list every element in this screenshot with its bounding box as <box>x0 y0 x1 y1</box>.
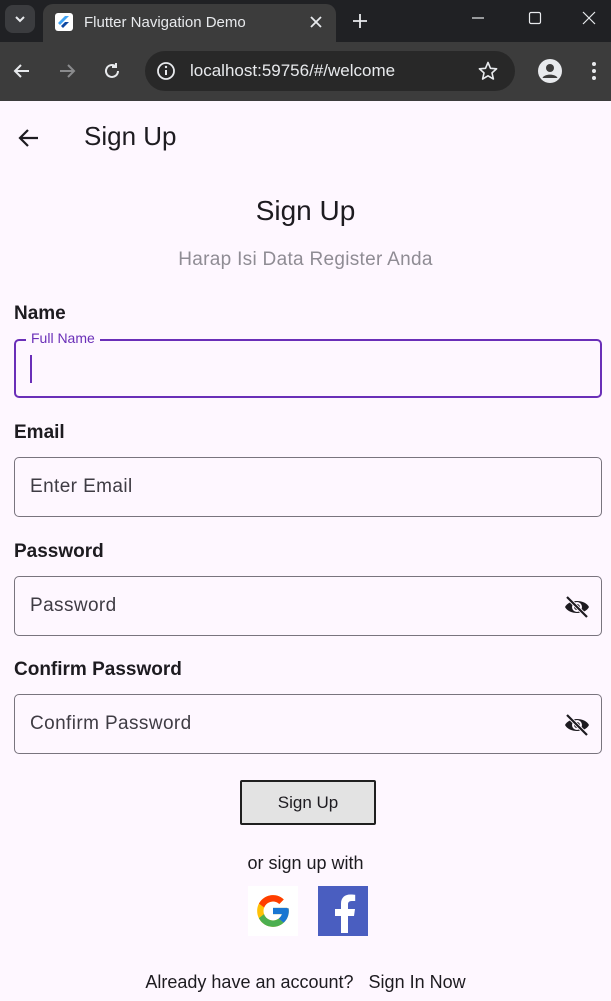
browser-menu-icon[interactable] <box>582 56 606 86</box>
confirm-password-input[interactable]: Confirm Password <box>14 694 602 754</box>
social-signup-text: or sign up with <box>247 853 364 873</box>
maximize-window-button[interactable] <box>512 0 558 36</box>
tab-search-button[interactable] <box>5 5 35 33</box>
password-input[interactable]: Password <box>14 576 602 636</box>
email-placeholder: Enter Email <box>30 476 133 497</box>
close-icon <box>582 11 596 25</box>
browser-reload-button[interactable] <box>97 56 127 86</box>
password-label: Password <box>14 541 104 562</box>
browser-toolbar: localhost:59756/#/welcome <box>0 42 611 101</box>
facebook-icon[interactable] <box>318 886 368 936</box>
already-have-account-text: Already have an account? <box>145 972 354 992</box>
visibility-off-icon[interactable] <box>563 593 591 621</box>
browser-tab-bar: Flutter Navigation Demo <box>0 0 611 42</box>
site-info-icon[interactable] <box>154 59 178 83</box>
plus-icon <box>353 14 367 28</box>
new-tab-button[interactable] <box>346 7 374 35</box>
text-cursor <box>30 355 32 383</box>
email-input[interactable]: Enter Email <box>14 457 602 517</box>
visibility-off-icon[interactable] <box>563 711 591 739</box>
full-name-input[interactable]: Full Name <box>14 330 602 398</box>
tab-title: Flutter Navigation Demo <box>84 14 246 31</box>
url-text: localhost:59756/#/welcome <box>190 61 396 80</box>
password-placeholder: Password <box>30 595 117 616</box>
minimize-icon <box>472 17 484 19</box>
confirm-password-label: Confirm Password <box>14 659 182 680</box>
google-icon[interactable] <box>248 886 298 936</box>
sign-in-prompt: Already have an account? Sign In Now <box>0 972 611 993</box>
browser-forward-button[interactable] <box>52 56 82 86</box>
arrow-left-icon <box>13 64 29 78</box>
confirm-password-placeholder: Confirm Password <box>30 713 192 734</box>
browser-tab[interactable]: Flutter Navigation Demo <box>43 4 336 42</box>
sign-in-now-link[interactable]: Sign In Now <box>369 972 466 992</box>
full-name-floating-label: Full Name <box>26 330 100 346</box>
close-tab-icon[interactable] <box>306 12 326 32</box>
reload-icon <box>105 63 119 78</box>
flutter-icon <box>55 13 73 31</box>
minimize-window-button[interactable] <box>455 0 501 36</box>
sign-up-button[interactable]: Sign Up <box>240 780 376 825</box>
close-window-button[interactable] <box>566 0 611 36</box>
bookmark-star-icon[interactable] <box>477 60 499 82</box>
browser-back-button[interactable] <box>7 56 37 86</box>
chevron-down-icon <box>15 16 25 23</box>
email-label: Email <box>14 422 65 443</box>
page-subtitle: Harap Isi Data Register Anda <box>178 249 433 270</box>
back-arrow-icon[interactable] <box>14 123 44 153</box>
app-bar: Sign Up <box>0 101 611 171</box>
maximize-icon <box>528 11 542 25</box>
name-label: Name <box>14 303 66 324</box>
arrow-right-icon <box>60 64 76 78</box>
page-title: Sign Up <box>255 195 356 226</box>
app-bar-title: Sign Up <box>84 121 177 151</box>
address-bar[interactable]: localhost:59756/#/welcome <box>145 51 515 91</box>
profile-avatar-icon[interactable] <box>535 56 565 86</box>
